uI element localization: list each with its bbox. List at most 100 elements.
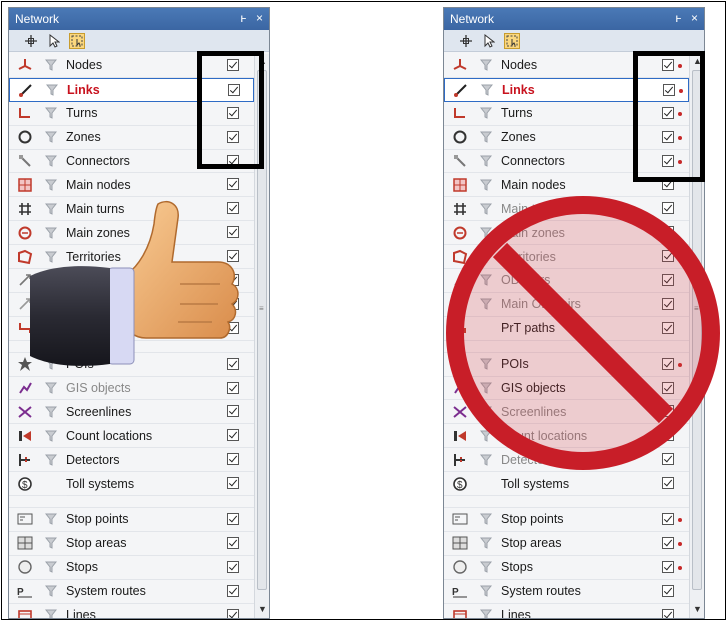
- layer-label: Stop points: [501, 512, 564, 527]
- filter-icon[interactable]: [45, 131, 57, 143]
- filter-icon[interactable]: [45, 585, 57, 597]
- close-icon[interactable]: ×: [256, 11, 263, 25]
- filter-icon[interactable]: [480, 537, 492, 550]
- list-separator: [9, 496, 254, 509]
- filter-icon[interactable]: [480, 59, 492, 72]
- filter-icon[interactable]: [45, 537, 57, 550]
- filter-icon[interactable]: [45, 609, 57, 618]
- node-icon: [452, 57, 468, 73]
- svg-text:$: $: [457, 480, 463, 491]
- filter-icon[interactable]: [480, 155, 492, 167]
- connector-icon: [452, 153, 468, 169]
- visibility-checkbox[interactable]: [662, 513, 674, 526]
- layer-row[interactable]: Detectors: [9, 448, 254, 473]
- visibility-checkbox[interactable]: [227, 513, 239, 526]
- active-indicator-icon: [678, 518, 682, 523]
- filter-icon[interactable]: [480, 561, 492, 574]
- layer-row[interactable]: Screenlines: [9, 400, 254, 425]
- visibility-checkbox[interactable]: [227, 560, 239, 573]
- crosshair-tool-icon[interactable]: [23, 33, 39, 49]
- layer-row[interactable]: Stop points: [444, 508, 689, 532]
- layer-row[interactable]: Stops: [9, 556, 254, 580]
- crosshair-tool-icon[interactable]: [458, 33, 474, 49]
- layer-row[interactable]: Count locations: [9, 424, 254, 449]
- line-icon: [452, 607, 468, 618]
- filter-icon[interactable]: [45, 179, 57, 191]
- pin-icon[interactable]: ͱ: [675, 11, 682, 25]
- layer-row[interactable]: Lines: [444, 604, 689, 618]
- screenline-icon: [17, 404, 33, 420]
- layer-row[interactable]: Stop areas: [9, 532, 254, 556]
- select-rect-tool-icon[interactable]: [504, 32, 520, 49]
- layer-row[interactable]: Main nodes: [9, 173, 254, 198]
- scroll-down-icon[interactable]: ▼: [693, 604, 702, 614]
- filter-icon: [45, 478, 57, 490]
- system-route-icon: P: [452, 583, 468, 599]
- pointer-tool-icon[interactable]: [46, 33, 62, 49]
- visibility-checkbox[interactable]: [662, 584, 674, 597]
- panel-toolbar: [9, 30, 269, 52]
- thumbs-up-icon: [30, 200, 239, 366]
- visibility-checkbox[interactable]: [227, 453, 239, 466]
- pin-icon[interactable]: ͱ: [240, 11, 247, 25]
- visibility-checkbox[interactable]: [227, 536, 239, 549]
- layer-label: Turns: [66, 106, 98, 121]
- layer-label: Lines: [66, 608, 96, 619]
- visibility-checkbox[interactable]: [227, 477, 239, 490]
- zone-icon: [17, 129, 33, 145]
- filter-icon[interactable]: [480, 609, 492, 618]
- visibility-checkbox[interactable]: [227, 608, 239, 618]
- filter-icon[interactable]: [481, 84, 493, 96]
- panel-toolbar: [444, 30, 704, 52]
- layer-row[interactable]: $ Toll systems: [9, 472, 254, 497]
- main-node-icon: [17, 177, 33, 193]
- visibility-checkbox[interactable]: [662, 560, 674, 573]
- filter-icon[interactable]: [46, 84, 58, 96]
- filter-icon[interactable]: [45, 406, 57, 418]
- line-icon: [17, 607, 33, 618]
- system-route-icon: P: [17, 583, 33, 599]
- pointer-tool-icon[interactable]: [481, 33, 497, 49]
- active-indicator-icon: [678, 565, 682, 570]
- layer-label: Stop points: [66, 512, 129, 527]
- stop-area-icon: [17, 535, 33, 551]
- filter-icon[interactable]: [480, 107, 492, 120]
- layer-label: Toll systems: [66, 476, 135, 491]
- select-rect-tool-icon[interactable]: [69, 32, 85, 49]
- filter-icon[interactable]: [45, 59, 57, 72]
- close-icon[interactable]: ×: [691, 11, 698, 25]
- layer-row[interactable]: Stop areas: [444, 532, 689, 556]
- filter-icon[interactable]: [45, 155, 57, 167]
- layer-label: Stop areas: [501, 536, 562, 551]
- layer-row[interactable]: Stops: [444, 556, 689, 580]
- layer-label: Count locations: [66, 428, 153, 443]
- turn-icon: [452, 105, 468, 121]
- layer-row[interactable]: Lines: [9, 604, 254, 619]
- filter-icon[interactable]: [45, 513, 57, 526]
- layer-row[interactable]: P System routes: [444, 580, 689, 604]
- svg-text:P: P: [17, 587, 24, 598]
- visibility-checkbox[interactable]: [227, 429, 239, 442]
- visibility-checkbox[interactable]: [662, 608, 674, 618]
- scroll-down-icon[interactable]: ▼: [258, 604, 267, 614]
- stop-point-icon: [452, 511, 468, 527]
- layer-label: System routes: [501, 584, 581, 599]
- filter-icon[interactable]: [45, 561, 57, 574]
- filter-icon[interactable]: [45, 454, 57, 466]
- visibility-checkbox[interactable]: [662, 536, 674, 549]
- layer-label: Connectors: [501, 154, 565, 168]
- layer-label: Links: [67, 82, 100, 97]
- filter-icon[interactable]: [480, 131, 492, 143]
- filter-icon[interactable]: [45, 430, 57, 442]
- stop-icon: [452, 559, 468, 575]
- layer-row[interactable]: P System routes: [9, 580, 254, 604]
- filter-icon[interactable]: [45, 107, 57, 120]
- filter-icon[interactable]: [480, 513, 492, 526]
- layer-label: Zones: [66, 130, 101, 145]
- visibility-checkbox[interactable]: [227, 584, 239, 597]
- visibility-checkbox[interactable]: [227, 178, 239, 191]
- visibility-checkbox[interactable]: [227, 405, 239, 418]
- checkbox-highlight-box: [197, 51, 264, 169]
- layer-row[interactable]: Stop points: [9, 508, 254, 532]
- filter-icon[interactable]: [480, 585, 492, 597]
